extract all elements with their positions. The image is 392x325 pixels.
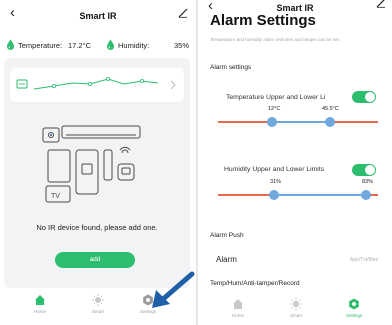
humidity-label: Humidity: [118, 41, 150, 50]
temperature-label: Temperature: [18, 41, 63, 50]
alarm-settings-screen: ‹ Smart IR Alarm Settings Temperature an… [198, 0, 392, 325]
alarm-push-value: App/Txt/Mes [349, 257, 378, 263]
edit-icon[interactable] [376, 0, 386, 11]
humidity-limit-label: Humidity Upper and Lower Limits [224, 166, 325, 173]
temperature-high-value: 45.5°C [322, 106, 339, 112]
temperature-high-handle [325, 117, 335, 127]
humidity-drop-icon [107, 39, 114, 50]
humidity-high-handle [361, 190, 371, 200]
sun-icon [92, 294, 104, 306]
tab-home[interactable]: Home [216, 298, 260, 318]
pointer-arrow-icon [152, 271, 195, 308]
ir-devices-illustration-icon: TV [42, 125, 141, 203]
tab-label: Home [33, 309, 46, 314]
history-chart-card[interactable] [10, 68, 184, 102]
humidity-limit-card: Humidity Upper and Lower Limits 31% 83% [206, 158, 388, 208]
temperature-range-slider[interactable] [218, 116, 378, 128]
home-icon [35, 295, 45, 305]
svg-text:TV: TV [51, 193, 60, 200]
temperature-drop-icon [7, 39, 14, 50]
device-panel: TV No IR device found, please add one. a… [4, 58, 190, 288]
tab-label: Settings [345, 313, 363, 318]
alarm-settings-title: Alarm Settings [210, 12, 316, 29]
tab-label: Home [231, 313, 244, 318]
section-alarm-settings: Alarm settings [210, 64, 252, 71]
alarm-label: Alarm [216, 255, 237, 264]
humidity-low-value: 31% [270, 179, 282, 185]
add-device-button[interactable]: add [55, 252, 135, 268]
sensor-readout: Temperature: 17.2°C Humidity: 35% [4, 38, 194, 54]
humidity-range-slider[interactable] [218, 189, 378, 201]
tab-label: Smart [289, 313, 302, 318]
tab-label: Smart [91, 309, 104, 314]
home-icon [233, 299, 243, 309]
temperature-value: 17.2°C [68, 41, 92, 50]
chevron-right-icon [170, 80, 176, 90]
tab-home[interactable]: Home [18, 294, 62, 314]
alarm-push-row[interactable]: Alarm App/Txt/Mes [210, 252, 382, 270]
tab-settings[interactable]: Settings [332, 298, 376, 318]
temperature-low-value: 12°C [268, 106, 281, 112]
page-title: Smart IR [79, 11, 117, 21]
humidity-low-handle [269, 190, 279, 200]
edit-icon[interactable] [178, 8, 188, 21]
temperature-low-handle [267, 117, 277, 127]
bottom-tab-bar: Home Smart Settings [198, 294, 392, 325]
smart-ir-home-screen: ‹ Smart IR Temperature: 17.2°C Humidity:… [0, 0, 196, 325]
section-record: Temp/Hum/Anti-tamper/Record [210, 280, 300, 287]
temperature-limit-card: Temperature Upper and Lower Li 12°C 45.5… [206, 82, 388, 136]
humidity-high-value: 83% [362, 179, 374, 185]
tab-smart[interactable]: Smart [76, 294, 120, 314]
empty-state-message: No IR device found, please add one. [36, 223, 158, 232]
humidity-alarm-toggle[interactable] [352, 164, 376, 176]
temperature-limit-label: Temperature Upper and Lower Li [226, 94, 326, 101]
alarm-settings-description: Temperature and humidity alarm switches … [210, 37, 341, 42]
section-alarm-push: Alarm Push [210, 232, 244, 239]
tab-smart[interactable]: Smart [274, 298, 318, 318]
sun-icon [290, 298, 302, 310]
temperature-alarm-toggle[interactable] [352, 91, 376, 103]
history-sparkline [16, 76, 176, 90]
humidity-value: 35% [174, 41, 190, 50]
gear-icon [349, 298, 359, 310]
